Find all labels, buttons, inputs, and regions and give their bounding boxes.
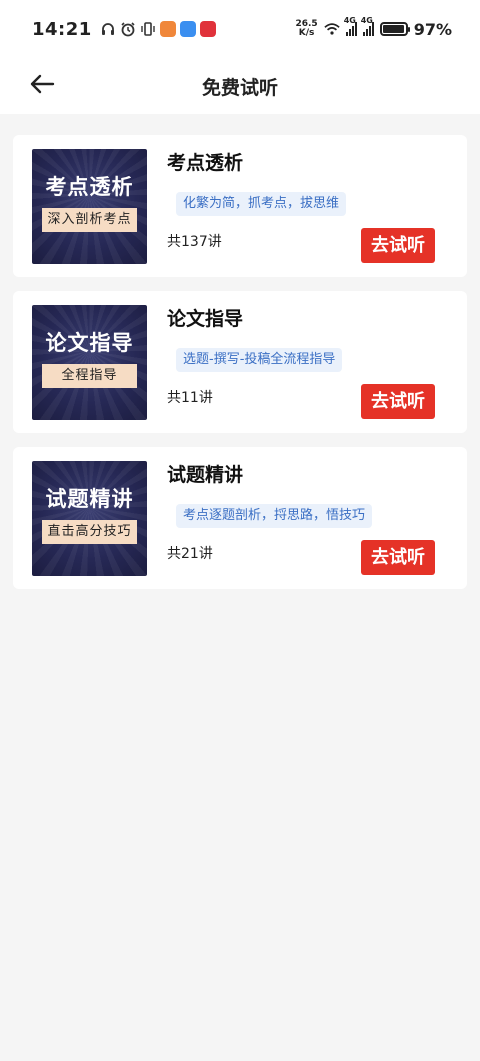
net-speed: 26.5 K/s <box>295 20 317 38</box>
course-title: 论文指导 <box>167 308 244 330</box>
net-speed-unit: K/s <box>298 28 315 38</box>
signal-1-label: 4G <box>343 16 356 25</box>
cover-subtitle: 全程指导 <box>42 364 137 388</box>
battery-fill <box>382 25 405 33</box>
arrow-left-icon <box>30 74 55 94</box>
headphones-icon <box>100 21 116 37</box>
cover-title: 论文指导 <box>45 330 134 355</box>
app-notification-icon <box>159 21 176 37</box>
back-button[interactable] <box>26 68 58 100</box>
alarm-icon <box>120 21 136 37</box>
lecture-count: 共137讲 <box>167 234 222 250</box>
course-card[interactable]: 试题精讲 直击高分技巧 试题精讲 考点逐题剖析，捋思路，悟技巧 共21讲 去试听 <box>13 447 467 589</box>
cover-subtitle: 直击高分技巧 <box>42 520 137 544</box>
battery-icon <box>379 22 410 36</box>
course-info: 考点透析 化繁为简，抓考点，拔思维 <box>167 149 437 216</box>
course-title: 考点透析 <box>167 152 244 174</box>
lecture-count: 共21讲 <box>167 546 213 562</box>
vibrate-icon <box>140 21 156 37</box>
signal-icon-1: 4G <box>344 16 357 36</box>
course-list: 考点透析 深入剖析考点 考点透析 化繁为简，抓考点，拔思维 共137讲 去试听 … <box>0 114 480 589</box>
top-bar: 14:21 26.5 K/s 4G 4G 97% 免费试听 <box>0 0 480 114</box>
signal-2-label: 4G <box>360 16 373 25</box>
wifi-icon <box>324 21 340 37</box>
page-title: 免费试听 <box>201 76 278 99</box>
cover-title: 考点透析 <box>45 174 134 199</box>
lecture-count: 共11讲 <box>167 390 213 406</box>
cover-subtitle: 深入剖析考点 <box>42 208 137 232</box>
cover-rays <box>32 305 147 420</box>
cover-rays <box>32 149 147 264</box>
try-listen-button[interactable]: 去试听 <box>361 384 435 419</box>
cover-title: 试题精讲 <box>45 486 134 511</box>
cover-rays <box>32 461 147 576</box>
cloud-app-icon <box>179 21 196 37</box>
news-app-icon <box>199 21 216 37</box>
try-listen-button[interactable]: 去试听 <box>361 540 435 575</box>
signal-icon-2: 4G <box>361 16 374 36</box>
course-card[interactable]: 考点透析 深入剖析考点 考点透析 化繁为简，抓考点，拔思维 共137讲 去试听 <box>13 135 467 277</box>
course-card[interactable]: 论文指导 全程指导 论文指导 选题-撰写-投稿全流程指导 共11讲 去试听 <box>13 291 467 433</box>
course-tag: 考点逐题剖析，捋思路，悟技巧 <box>176 504 373 528</box>
course-cover[interactable]: 考点透析 深入剖析考点 <box>32 149 147 264</box>
course-tag: 化繁为简，抓考点，拔思维 <box>176 192 347 216</box>
course-info: 试题精讲 考点逐题剖析，捋思路，悟技巧 <box>167 461 437 528</box>
status-icons-left <box>100 21 216 37</box>
course-cover[interactable]: 论文指导 全程指导 <box>32 305 147 420</box>
try-listen-button[interactable]: 去试听 <box>361 228 435 263</box>
status-right: 26.5 K/s 4G 4G 97% <box>295 0 452 58</box>
course-title: 试题精讲 <box>167 464 244 486</box>
status-bar: 14:21 26.5 K/s 4G 4G 97% <box>0 0 480 58</box>
nav-bar: 免费试听 <box>0 58 480 114</box>
course-info: 论文指导 选题-撰写-投稿全流程指导 <box>167 305 437 372</box>
course-tag: 选题-撰写-投稿全流程指导 <box>176 348 343 372</box>
status-time: 14:21 <box>32 18 92 40</box>
course-cover[interactable]: 试题精讲 直击高分技巧 <box>32 461 147 576</box>
battery-percent: 97% <box>413 19 452 39</box>
